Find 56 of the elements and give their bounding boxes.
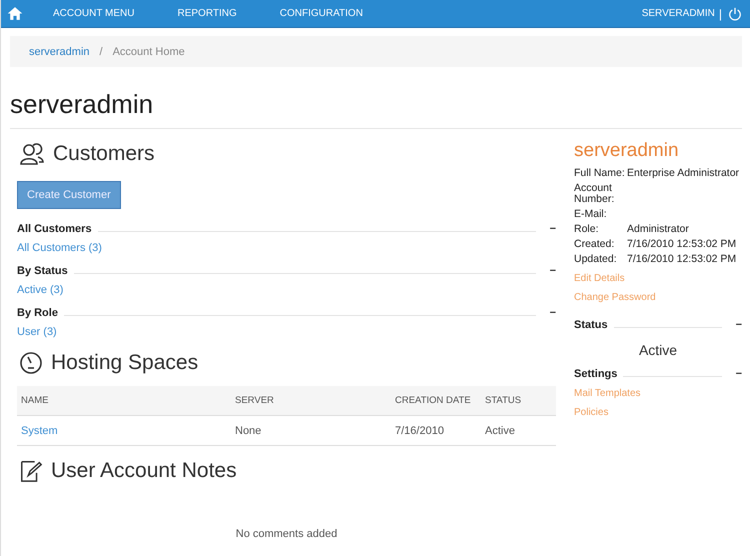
field-label: Account Number: [574, 181, 616, 207]
column-header: STATUS [481, 386, 556, 416]
user-menu[interactable]: SERVERADMIN [642, 8, 715, 19]
nav-separator: | [718, 6, 722, 20]
table-cell: Active [481, 416, 556, 446]
field-label: Updated: [574, 252, 618, 267]
collapse-toggle[interactable]: − [732, 319, 742, 331]
space-link[interactable]: System [17, 416, 231, 446]
group-heading: By Status [17, 265, 68, 277]
field-label: Role: [574, 222, 600, 237]
gauge-icon [19, 351, 43, 375]
section-title: Hosting Spaces [51, 351, 198, 375]
breadcrumb-link[interactable]: serveradmin [29, 46, 90, 58]
group-heading: By Role [17, 307, 58, 319]
status-value: Active [638, 342, 678, 358]
home-icon[interactable] [7, 6, 23, 21]
table-cell: 7/16/2010 [391, 416, 481, 446]
column-header: SERVER [231, 386, 391, 416]
breadcrumb-separator: / [100, 46, 103, 58]
collapse-toggle[interactable]: − [546, 307, 556, 319]
current-page-label: Account Home [112, 46, 185, 58]
profile-link[interactable]: Change Password [574, 292, 742, 303]
nav-menu-item[interactable]: CONFIGURATION [280, 8, 363, 19]
field-label: Created: [574, 237, 616, 252]
settings-link[interactable]: Mail Templates [574, 388, 742, 399]
collapse-toggle[interactable]: − [546, 223, 556, 235]
collapse-toggle[interactable]: − [546, 265, 556, 277]
group-heading: Settings [574, 368, 618, 380]
field-value: Enterprise Administrator [627, 166, 740, 181]
group-heading: All Customers [17, 223, 92, 235]
users-icon [19, 142, 45, 166]
notepad-pencil-icon [19, 459, 43, 483]
power-icon[interactable] [728, 6, 742, 20]
table-cell: None [231, 416, 391, 446]
profile-link[interactable]: Edit Details [574, 273, 742, 284]
section-title: User Account Notes [51, 459, 237, 483]
settings-link[interactable]: Policies [574, 407, 742, 418]
section-title: Customers [53, 142, 155, 166]
filter-link[interactable]: Active (3) [17, 284, 556, 296]
field-label: E-Mail: [574, 207, 608, 222]
field-value: Administrator [627, 222, 689, 237]
nav-menu-item[interactable]: REPORTING [177, 8, 237, 19]
nav-menu-item[interactable]: ACCOUNT MENU [53, 8, 134, 19]
empty-message: No comments added [234, 528, 338, 540]
create-customer-button[interactable]: Create Customer [17, 181, 121, 209]
profile-name: serveradmin [574, 140, 680, 162]
filter-link[interactable]: All Customers (3) [17, 242, 556, 254]
page-title: serveradmin [10, 89, 742, 129]
group-heading: Status [574, 319, 608, 331]
column-header: NAME [17, 386, 231, 416]
field-label: Full Name: [574, 166, 626, 181]
column-header: CREATION DATE [391, 386, 481, 416]
field-value: 7/16/2010 12:53:02 PM [627, 237, 736, 252]
filter-link[interactable]: User (3) [17, 326, 556, 338]
field-value: 7/16/2010 12:53:02 PM [627, 252, 736, 267]
collapse-toggle[interactable]: − [732, 368, 742, 380]
